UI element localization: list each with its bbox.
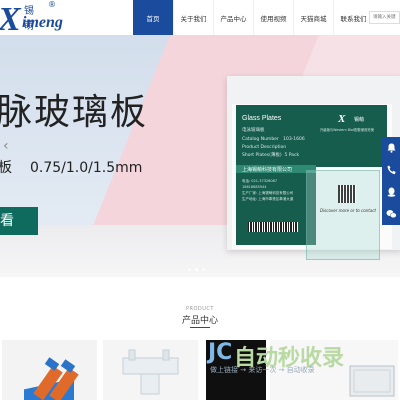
product-card[interactable] — [103, 340, 198, 400]
label-company: 上海锡萌科技有限公司 — [242, 167, 293, 173]
catalog-value: 103-1606 — [283, 137, 305, 142]
banner-view-button[interactable]: 看 — [0, 207, 38, 235]
banner-subtitle: 板 0.75/1.0/1.5mm — [0, 157, 142, 177]
nav-item-contact[interactable]: 联系我们 — [333, 0, 373, 35]
section-underline — [190, 327, 210, 328]
product-image-comb — [122, 349, 179, 395]
section-en-title: PRODUCT — [186, 306, 214, 312]
brand-label-mark: X — [338, 113, 346, 125]
brand-label-line: 升级版与Western Blot配套使用完美 — [320, 128, 375, 132]
glass-plate — [306, 170, 380, 260]
logo-mark: X — [0, 1, 21, 38]
label-company-bar: 上海锡萌科技有限公司 — [236, 165, 316, 173]
banner-subtitle-text: 板 — [0, 160, 12, 176]
label-address2: 生产地址: 上海市奉贤区奉浦大道 — [242, 197, 294, 201]
qq-icon[interactable] — [382, 181, 400, 203]
slider-prev-icon[interactable]: ‹ — [3, 138, 9, 154]
brand-label: X 锡萌 升级版与Western Blot配套使用完美 — [316, 105, 387, 167]
section-title: 产品中心 — [181, 316, 218, 326]
nav-item-products[interactable]: 产品中心 — [213, 0, 253, 35]
logo-registered: ® — [48, 0, 56, 9]
label-tel: 电话: 021-37326087 — [242, 179, 278, 183]
label-desc: Product Description — [242, 145, 287, 150]
banner-spec: 0.75/1.0/1.5mm — [30, 160, 143, 176]
barcode — [248, 222, 298, 232]
main-nav: 首页 关于我们 产品中心 使用视频 天猫商城 联系我们 — [133, 0, 373, 35]
side-contact-bar — [382, 137, 400, 225]
label-catalog: Catalog Number 103-1606 — [242, 137, 305, 142]
product-card[interactable] — [2, 340, 97, 400]
qr-code — [338, 185, 356, 203]
watermark-sub: 做上链接 → 来访一次 → 自动收录 — [210, 366, 315, 374]
banner-title: 脉玻璃板 — [0, 92, 149, 133]
label-desc-value: Short Plates(薄板) 5 Pack — [242, 152, 299, 158]
slider-dots — [188, 268, 205, 271]
slider-dot[interactable] — [188, 268, 191, 271]
phone-icon[interactable] — [382, 159, 400, 181]
product-image-tube-rack — [24, 357, 84, 400]
desc-value-a: Short Plates(薄板) — [242, 153, 282, 158]
watermark-jc: JC — [208, 340, 233, 365]
label-phone: 18616685544 — [242, 185, 267, 189]
desc-value-b: 5 Pack — [284, 153, 300, 158]
search-input[interactable] — [369, 11, 400, 24]
nav-item-tmall[interactable]: 天猫商城 — [293, 0, 333, 35]
catalog-label: Catalog Number — [242, 137, 279, 142]
nav-item-about[interactable]: 关于我们 — [173, 0, 213, 35]
label-subtitle: 电泳玻璃板 — [242, 128, 265, 133]
weixin-icon[interactable] — [382, 203, 400, 225]
nav-item-home[interactable]: 首页 — [133, 0, 173, 35]
slider-dot-active[interactable] — [195, 268, 198, 271]
qr-caption: Discover more or to contact — [319, 208, 376, 213]
bell-icon[interactable] — [382, 137, 400, 159]
slider-dot[interactable] — [202, 268, 205, 271]
label-title: Glass Plates — [242, 115, 282, 122]
logo-en: imeng — [22, 14, 63, 31]
site-header: X 锡萌 ® imeng 首页 关于我们 产品中心 使用视频 天猫商城 联系我们 — [0, 0, 400, 38]
label-address1: 生产厂家: 上海锡萌科技有限公司 — [242, 191, 294, 195]
nav-item-videos[interactable]: 使用视频 — [253, 0, 293, 35]
watermark: JC 自动秒收录 做上链接 → 来访一次 → 自动收录 — [208, 338, 398, 378]
brand-label-cn: 锡萌 — [354, 117, 365, 123]
